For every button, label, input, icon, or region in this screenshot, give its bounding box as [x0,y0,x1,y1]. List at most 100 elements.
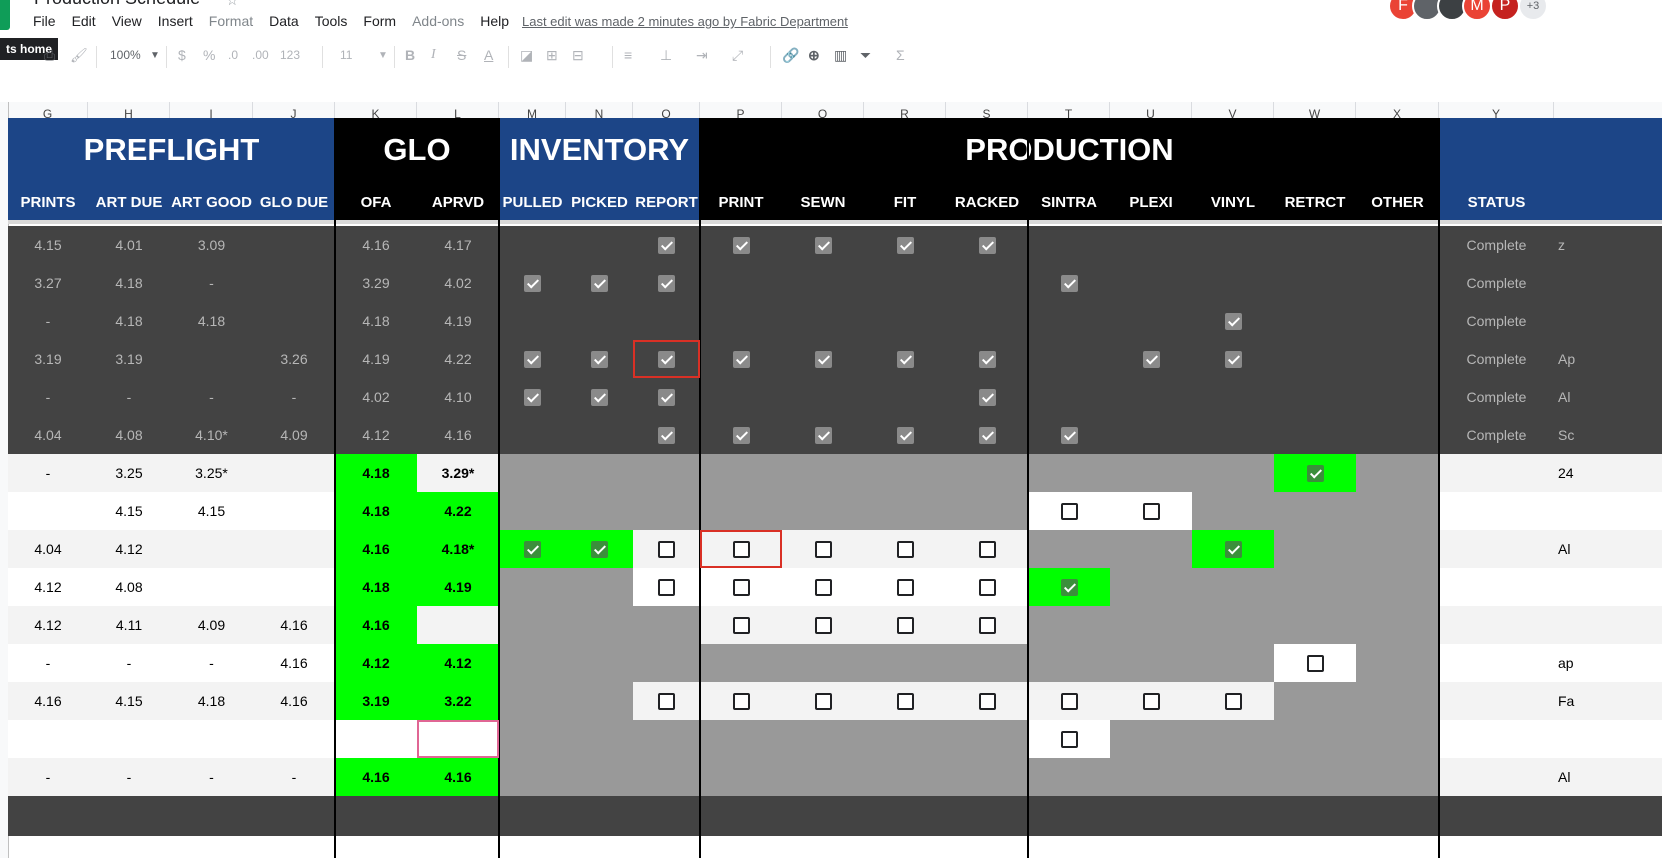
table-cell[interactable]: 3.19 [8,340,88,378]
status-cell[interactable] [1439,720,1554,758]
status-cell[interactable] [1439,606,1554,644]
checkbox-checked[interactable] [732,236,750,254]
table-cell[interactable] [8,492,88,530]
checkbox-unchecked[interactable] [978,692,996,710]
status-cell[interactable]: Complete [1439,416,1554,454]
checkbox-unchecked[interactable] [978,616,996,634]
table-cell[interactable]: 4.12 [8,606,88,644]
checkbox-checked[interactable] [978,426,996,444]
table-cell[interactable]: 4.08 [88,416,170,454]
table-cell[interactable] [253,568,335,606]
table-cell[interactable]: 4.11 [88,606,170,644]
note-cell[interactable] [1554,606,1662,644]
table-cell[interactable]: 4.08 [88,568,170,606]
table-cell[interactable]: - [88,378,170,416]
note-cell[interactable] [1554,720,1662,758]
text-color-button[interactable]: A [484,47,493,63]
table-cell[interactable]: 4.18 [335,454,417,492]
status-cell[interactable] [1439,492,1554,530]
table-cell[interactable] [253,530,335,568]
table-cell[interactable] [253,264,335,302]
note-cell[interactable]: z [1554,226,1662,264]
insert-comment-icon[interactable]: ⊕ [808,47,820,64]
checkbox-cell[interactable] [864,530,946,568]
table-cell[interactable] [253,720,335,758]
status-cell[interactable] [1439,682,1554,720]
user-avatar[interactable]: M [1462,0,1492,21]
checkbox-unchecked[interactable] [1142,692,1160,710]
table-cell[interactable]: - [8,644,88,682]
checkbox-checked[interactable] [732,426,750,444]
checkbox-cell[interactable] [782,606,864,644]
table-cell[interactable]: - [8,454,88,492]
status-cell[interactable]: Complete [1439,302,1554,340]
checkbox-checked[interactable] [978,350,996,368]
more-users-badge[interactable]: +3 [1518,0,1548,21]
checkbox-cell[interactable] [946,682,1028,720]
checkbox-cell[interactable] [864,568,946,606]
checkbox-cell[interactable] [700,682,782,720]
note-cell[interactable] [1554,492,1662,530]
checkbox-unchecked[interactable] [896,616,914,634]
checkbox-cell[interactable] [499,264,566,302]
table-cell[interactable]: 4.09 [253,416,335,454]
checkbox-checked[interactable] [896,350,914,368]
checkbox-cell[interactable] [1274,644,1356,682]
filter-icon[interactable]: ⏷ [860,47,871,64]
table-cell[interactable]: 4.10 [417,378,499,416]
table-cell[interactable]: - [170,758,253,796]
checkbox-unchecked[interactable] [896,540,914,558]
checkbox-checked[interactable] [658,236,675,254]
text-rotate-icon[interactable]: ⤢ [732,47,743,64]
checkbox-cell[interactable] [566,264,633,302]
checkbox-cell[interactable] [633,530,700,568]
checkbox-cell[interactable] [1028,416,1110,454]
table-cell[interactable]: 4.16 [335,606,417,644]
table-cell[interactable]: 4.16 [417,416,499,454]
table-cell[interactable]: 4.18 [88,264,170,302]
checkbox-checked[interactable] [978,236,996,254]
align-horizontal-icon[interactable]: ≡ [624,47,632,63]
status-cell[interactable]: Complete [1439,340,1554,378]
checkbox-cell[interactable] [700,606,782,644]
checkbox-checked[interactable] [658,388,675,406]
status-cell[interactable] [1439,454,1554,492]
note-cell[interactable]: ap [1554,644,1662,682]
table-cell[interactable] [170,568,253,606]
table-cell[interactable]: 3.25 [88,454,170,492]
status-cell[interactable]: Complete [1439,264,1554,302]
note-cell[interactable]: 24 [1554,454,1662,492]
table-cell[interactable]: 3.19 [335,682,417,720]
table-cell[interactable]: 3.09 [170,226,253,264]
table-cell[interactable]: 4.18* [417,530,499,568]
table-cell[interactable]: 3.29* [417,454,499,492]
table-cell[interactable] [88,720,170,758]
checkbox-unchecked[interactable] [814,540,832,558]
checkbox-unchecked[interactable] [978,578,996,596]
checkbox-checked[interactable] [1060,426,1078,444]
status-cell[interactable] [1439,644,1554,682]
checkbox-cell[interactable] [700,568,782,606]
table-cell[interactable]: - [8,758,88,796]
checkbox-cell[interactable] [864,340,946,378]
checkbox-checked[interactable] [1306,464,1324,482]
menu-tools[interactable]: Tools [315,13,348,29]
checkbox-cell[interactable] [1192,682,1274,720]
merge-cells-icon[interactable]: ⊟ [572,47,584,64]
table-cell[interactable]: 4.02 [335,378,417,416]
checkbox-cell[interactable] [499,340,566,378]
checkbox-cell[interactable] [864,226,946,264]
checkbox-cell[interactable] [1274,454,1356,492]
checkbox-checked[interactable] [524,350,541,368]
table-cell[interactable]: 4.17 [417,226,499,264]
user-avatar[interactable]: P [1490,0,1520,21]
table-cell[interactable]: 4.04 [8,530,88,568]
table-cell[interactable]: 4.19 [417,302,499,340]
checkbox-unchecked[interactable] [814,578,832,596]
strikethrough-button[interactable]: S [457,47,466,63]
checkbox-cell[interactable] [946,568,1028,606]
checkbox-cell[interactable] [946,530,1028,568]
table-cell[interactable]: 4.16 [417,758,499,796]
table-cell[interactable] [170,720,253,758]
checkbox-checked[interactable] [814,236,832,254]
